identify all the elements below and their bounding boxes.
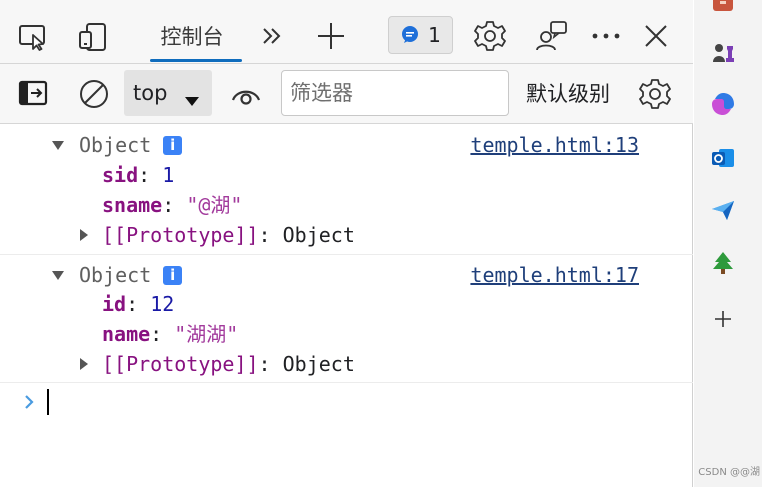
console-log-entry: Object i temple.html:13 sid: 1 sname: "@湖… (0, 130, 693, 255)
object-property: sid: 1 (102, 163, 175, 187)
source-link[interactable]: temple.html:17 (470, 260, 639, 290)
more-tabs-icon[interactable] (256, 20, 288, 52)
copilot-icon[interactable] (708, 89, 738, 119)
collapsed-triangle-icon[interactable] (77, 356, 91, 372)
expanded-triangle-icon[interactable] (50, 267, 66, 283)
object-property: sname: "@湖" (102, 193, 243, 217)
settings-gear-icon[interactable] (472, 18, 508, 54)
toolbox-icon[interactable] (708, 0, 738, 18)
devtools-tabbar: 控制台 1 (0, 0, 693, 64)
console-output: Object i temple.html:13 sid: 1 sname: "@湖… (0, 124, 693, 487)
live-expression-eye-icon[interactable] (228, 76, 264, 112)
close-icon[interactable] (640, 20, 672, 52)
context-value: top (133, 81, 168, 105)
issues-counter-button[interactable]: 1 (388, 16, 453, 54)
object-property: id: 12 (102, 292, 175, 316)
info-icon[interactable]: i (163, 265, 183, 285)
inspect-element-icon[interactable] (16, 20, 50, 54)
console-prompt[interactable] (0, 384, 693, 418)
log-levels-dropdown[interactable]: 默认级别 (526, 70, 610, 116)
more-options-icon[interactable] (588, 20, 624, 52)
tree-icon[interactable] (708, 248, 738, 278)
text-caret (47, 389, 49, 415)
console-toolbar: top 默认级别 (0, 64, 693, 124)
prototype-property[interactable]: [[Prototype]]: Object (102, 220, 355, 250)
source-link[interactable]: temple.html:13 (470, 130, 639, 160)
add-tab-icon[interactable] (313, 18, 349, 54)
console-settings-gear-icon[interactable] (637, 76, 673, 112)
feedback-icon[interactable] (532, 18, 570, 54)
send-icon[interactable] (708, 195, 738, 225)
chess-icon[interactable] (708, 38, 738, 68)
message-icon (400, 25, 420, 45)
devtools-panel: 控制台 1 top 筛选器 默认级别 Object i temple.html:… (0, 0, 693, 487)
issues-count: 1 (428, 23, 441, 47)
collapsed-triangle-icon[interactable] (77, 227, 91, 243)
add-icon[interactable] (708, 304, 738, 334)
outlook-icon[interactable] (708, 143, 738, 173)
browser-sidebar (694, 0, 762, 487)
object-property: name: "湖湖" (102, 322, 239, 346)
object-label: Object (79, 263, 152, 287)
filter-input[interactable] (281, 70, 509, 116)
context-selector[interactable]: top (124, 70, 212, 116)
active-tab-indicator (150, 59, 242, 62)
object-summary[interactable]: Object i (79, 130, 183, 160)
chevron-down-icon (184, 88, 200, 112)
watermark: CSDN @@湖 (698, 467, 760, 478)
object-summary[interactable]: Object i (79, 260, 183, 290)
prototype-property[interactable]: [[Prototype]]: Object (102, 349, 355, 379)
console-log-entry: Object i temple.html:17 id: 12 name: "湖湖"… (0, 260, 693, 383)
clear-console-icon[interactable] (76, 76, 112, 112)
device-emulation-icon[interactable] (76, 20, 110, 54)
expanded-triangle-icon[interactable] (50, 137, 66, 153)
object-label: Object (79, 133, 152, 157)
tab-console[interactable]: 控制台 (142, 10, 242, 62)
toggle-sidebar-icon[interactable] (16, 77, 50, 109)
prompt-chevron-icon (21, 393, 37, 411)
info-icon[interactable]: i (163, 135, 183, 155)
